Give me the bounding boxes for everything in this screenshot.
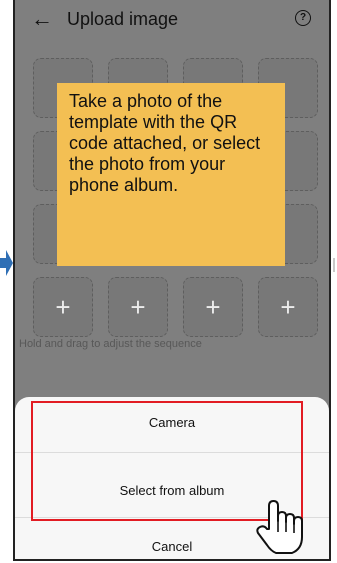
add-image-slot[interactable]: +	[33, 277, 93, 337]
instruction-callout: Take a photo of the template with the QR…	[57, 83, 285, 266]
top-bar: ← Upload image ?	[15, 0, 329, 42]
plus-icon: +	[55, 292, 71, 322]
plus-icon: +	[130, 292, 146, 322]
blue-arrow-icon	[0, 250, 13, 276]
page-title: Upload image	[67, 9, 179, 29]
edge-marker	[333, 258, 335, 272]
add-image-slot[interactable]: +	[108, 277, 168, 337]
plus-icon: +	[280, 292, 296, 322]
add-image-slot[interactable]: +	[258, 277, 318, 337]
hand-pointer-icon	[256, 500, 303, 554]
plus-icon: +	[205, 292, 221, 322]
question-circle-icon[interactable]: ?	[295, 10, 311, 26]
sequence-hint: Hold and drag to adjust the sequence	[19, 338, 202, 350]
arrow-left-icon[interactable]: ←	[31, 8, 53, 30]
add-image-slot[interactable]: +	[183, 277, 243, 337]
